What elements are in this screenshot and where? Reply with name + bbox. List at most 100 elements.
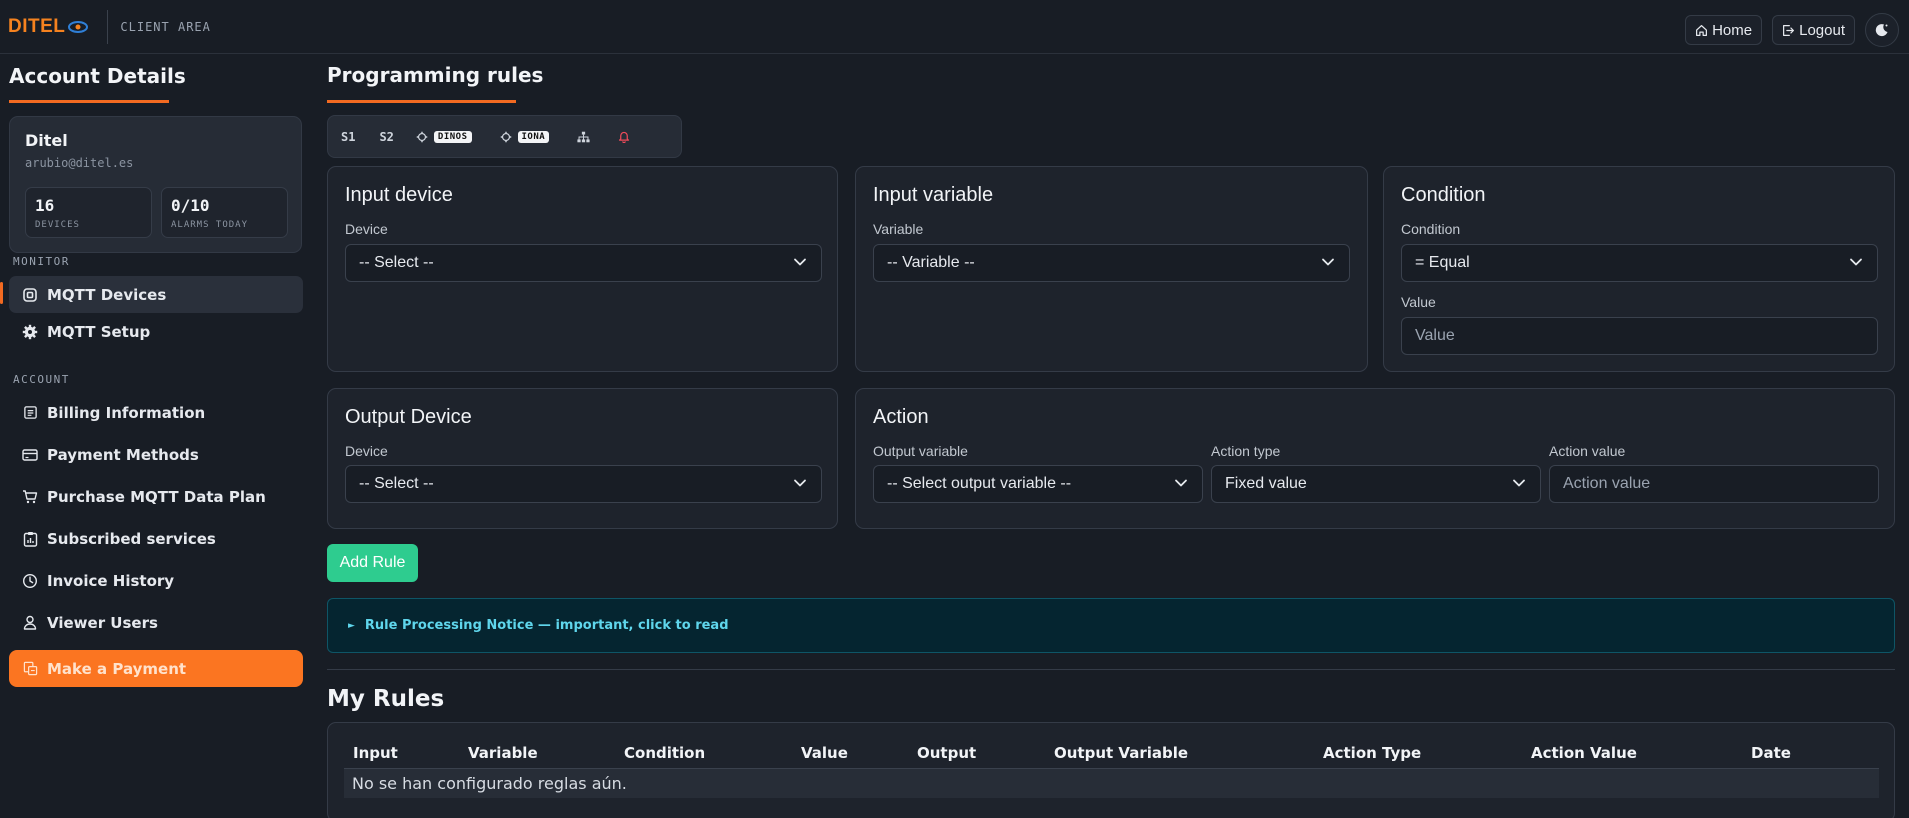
toolbar-iona-button[interactable]: IONA [500, 130, 550, 143]
condition-value-label: Value [1401, 294, 1436, 310]
sidebar-item-viewer-users[interactable]: Viewer Users [9, 604, 303, 641]
monitor-heading: MONITOR [13, 255, 70, 268]
output-variable-label: Output variable [873, 443, 968, 459]
sidebar-item-label: Purchase MQTT Data Plan [47, 487, 266, 506]
devices-label: DEVICES [35, 220, 80, 230]
account-details-underline [9, 100, 169, 103]
column-header: Output Variable [1054, 744, 1189, 762]
column-header: Value [801, 744, 848, 762]
column-header: Input [353, 744, 398, 762]
account-details-title: Account Details [9, 64, 186, 88]
chevron-down-icon [794, 258, 806, 266]
disclosure-triangle-icon: ► [348, 620, 355, 631]
column-header: Output [917, 744, 977, 762]
make-payment-label: Make a Payment [47, 659, 187, 678]
sidebar-item-payment-methods[interactable]: Payment Methods [9, 436, 303, 473]
credit-card-icon [22, 447, 38, 463]
chevron-down-icon [1322, 258, 1334, 266]
devices-count: 16 [35, 196, 55, 215]
toolbar-s2-button[interactable]: S2 [379, 130, 393, 144]
condition-value-input[interactable]: Value [1401, 317, 1878, 355]
condition-title: Condition [1401, 184, 1486, 206]
input-variable-card: Input variable Variable -- Variable -- [855, 166, 1368, 372]
alarms-label: ALARMS TODAY [171, 220, 249, 230]
chip-icon [22, 287, 38, 303]
account-card: Ditel arubio@ditel.es 16 DEVICES 0/10 AL… [9, 116, 302, 253]
add-rule-button[interactable]: Add Rule [327, 544, 418, 582]
gear-icon [22, 324, 38, 340]
make-payment-button[interactable]: Make a Payment [9, 650, 303, 687]
logo-separator [107, 9, 109, 44]
alarms-stat: 0/10 ALARMS TODAY [161, 187, 288, 238]
output-variable-value: -- Select output variable -- [887, 475, 1072, 492]
action-value-input[interactable]: Action value [1549, 465, 1879, 503]
sidebar-item-mqtt-devices[interactable]: MQTT Devices [9, 276, 303, 313]
toolbar-hierarchy-button[interactable] [577, 131, 590, 143]
logout-button[interactable]: Logout [1772, 15, 1855, 45]
user-icon [22, 615, 38, 631]
toolbar-s1-button[interactable]: S1 [341, 130, 355, 144]
output-device-value: -- Select -- [359, 475, 434, 492]
client-area-label: CLIENT AREA [120, 19, 211, 34]
sidebar-item-label: Invoice History [47, 571, 175, 590]
output-device-select[interactable]: -- Select -- [345, 465, 822, 503]
input-variable-value: -- Variable -- [887, 254, 975, 271]
input-device-title: Input device [345, 184, 453, 206]
action-value-label: Action value [1549, 443, 1626, 459]
active-nav-indicator [0, 282, 3, 304]
gear-icon [500, 131, 511, 142]
column-header: Date [1751, 744, 1791, 762]
rule-processing-notice[interactable]: ► Rule Processing Notice — important, cl… [327, 598, 1895, 653]
output-variable-select[interactable]: -- Select output variable -- [873, 465, 1203, 503]
input-device-card: Input device Device -- Select -- [327, 166, 838, 372]
my-rules-title: My Rules [327, 686, 445, 712]
alarms-count: 0/10 [171, 196, 210, 215]
sidebar-item-subscribed-services[interactable]: Subscribed services [9, 520, 303, 557]
sidebar-item-label: MQTT Devices [47, 285, 167, 304]
input-variable-label: Variable [873, 221, 924, 237]
condition-card: Condition Condition = Equal Value Value [1383, 166, 1895, 372]
sidebar-item-label: Billing Information [47, 403, 206, 422]
logo-swoosh-icon [68, 20, 89, 33]
sidebar-item-mqtt-setup[interactable]: MQTT Setup [9, 313, 303, 350]
toolbar-dinos-button[interactable]: DINOS [416, 130, 472, 143]
input-device-select[interactable]: -- Select -- [345, 244, 822, 282]
empty-table-message: No se han configurado reglas aún. [352, 774, 627, 793]
input-variable-select[interactable]: -- Variable -- [873, 244, 1350, 282]
logout-icon [1783, 24, 1795, 36]
action-type-value: Fixed value [1225, 475, 1307, 492]
table-row: No se han configurado reglas aún. [344, 768, 1879, 798]
action-title: Action [873, 406, 929, 428]
home-label: Home [1712, 21, 1753, 39]
clock-icon [22, 573, 38, 589]
sidebar: Account Details Ditel arubio@ditel.es 16… [0, 55, 312, 818]
output-device-label: Device [345, 443, 388, 459]
sidebar-item-label: Subscribed services [47, 529, 216, 548]
devices-stat: 16 DEVICES [25, 187, 152, 238]
input-device-label: Device [345, 221, 388, 237]
logout-label: Logout [1799, 21, 1845, 39]
sidebar-item-label: Viewer Users [47, 613, 158, 632]
clipboard-chart-icon [22, 531, 38, 547]
theme-toggle-button[interactable] [1865, 13, 1899, 47]
sidebar-item-billing-information[interactable]: Billing Information [9, 394, 303, 431]
condition-select[interactable]: = Equal [1401, 244, 1878, 282]
sidebar-item-invoice-history[interactable]: Invoice History [9, 562, 303, 599]
sidebar-item-purchase-mqtt-data-plan[interactable]: Purchase MQTT Data Plan [9, 478, 303, 515]
output-device-title: Output Device [345, 406, 472, 428]
bell-icon [619, 131, 630, 143]
page-title-underline [327, 100, 516, 103]
chevron-down-icon [1175, 479, 1187, 487]
iona-badge: IONA [517, 130, 550, 143]
section-divider [327, 669, 1895, 670]
condition-label: Condition [1401, 221, 1461, 237]
home-button[interactable]: Home [1685, 15, 1763, 45]
toolbar-alarm-button[interactable] [618, 130, 630, 143]
notice-text: Rule Processing Notice — important, clic… [364, 618, 729, 633]
column-header: Condition [624, 744, 706, 762]
document-icon [22, 405, 38, 421]
top-bar: DITEL CLIENT AREA Home Logout [0, 0, 1909, 54]
action-type-select[interactable]: Fixed value [1211, 465, 1541, 503]
condition-value: = Equal [1415, 254, 1470, 271]
logo[interactable]: DITEL [8, 0, 89, 54]
